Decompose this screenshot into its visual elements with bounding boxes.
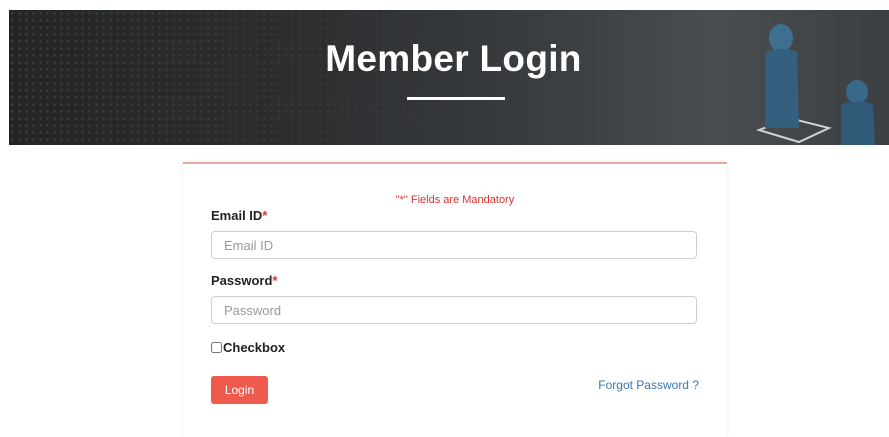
login-button[interactable]: Login	[211, 376, 268, 404]
login-form-card: "*" Fields are Mandatory Email ID* Passw…	[183, 162, 727, 437]
remember-checkbox[interactable]	[211, 342, 222, 353]
email-required-mark: *	[262, 208, 268, 223]
password-label-text: Password	[211, 273, 273, 288]
password-label: Password*	[211, 273, 277, 288]
email-label: Email ID*	[211, 208, 267, 223]
checkbox-row[interactable]: Checkbox	[211, 340, 285, 355]
password-input[interactable]	[211, 296, 697, 324]
header-banner: Member Login	[9, 10, 889, 145]
checkbox-label: Checkbox	[223, 340, 286, 355]
mandatory-note: "*" Fields are Mandatory	[395, 194, 515, 206]
forgot-password-link[interactable]: Forgot Password ?	[598, 378, 699, 392]
title-underline	[407, 97, 505, 100]
password-required-mark: *	[272, 273, 278, 288]
page-title: Member Login	[325, 38, 582, 79]
email-input[interactable]	[211, 231, 697, 259]
email-label-text: Email ID	[211, 208, 263, 223]
